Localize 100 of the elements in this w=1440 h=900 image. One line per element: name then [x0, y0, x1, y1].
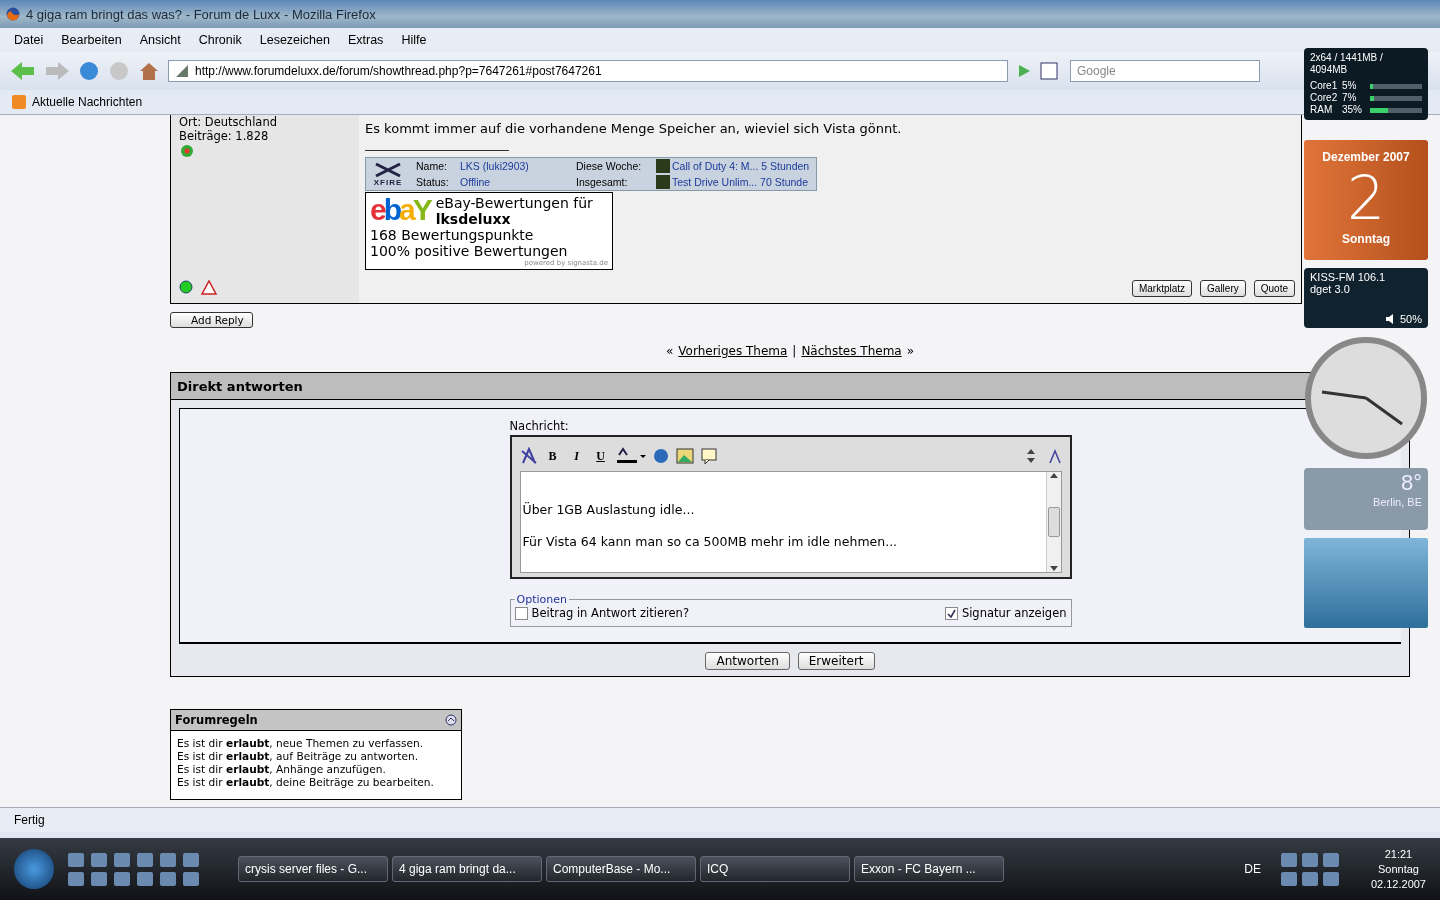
warning-icon[interactable]: [201, 280, 217, 295]
quick-launch-icon[interactable]: [160, 852, 176, 867]
quick-launch-icon[interactable]: [114, 852, 130, 867]
xfire-value: Offline: [460, 176, 492, 188]
clock-time[interactable]: 21:21: [1384, 846, 1413, 862]
quick-launch-icon[interactable]: [137, 852, 153, 867]
address-field[interactable]: http://www.forumdeluxx.de/forum/showthread.php?p=7647261#post7647261: [168, 60, 1008, 82]
xfire-label: Diese Woche:: [576, 160, 643, 172]
submit-button[interactable]: Antworten: [705, 652, 790, 670]
menu-item[interactable]: Extras: [347, 33, 384, 47]
quick-launch-icon[interactable]: [183, 852, 199, 867]
taskbar-button[interactable]: ICQ: [700, 856, 850, 882]
volume-text: 50%: [1399, 313, 1422, 325]
option-label: Beitrag in Antwort zitieren?: [531, 606, 689, 620]
menu-item[interactable]: Bearbeiten: [61, 33, 122, 47]
meter-reading: 5%: [1342, 80, 1358, 92]
remove-format-icon[interactable]: [519, 447, 538, 465]
user-info-text: Ort: Deutschland: [179, 115, 278, 129]
x-logo-icon: [373, 161, 403, 178]
menu-item[interactable]: Chronik: [198, 33, 242, 47]
options-legend: Optionen: [514, 593, 569, 606]
next-thread-link[interactable]: Nächstes Thema: [801, 344, 902, 358]
option-label: Signatur anzeigen: [961, 606, 1067, 620]
user-info-text: Beiträge: 1.828: [179, 129, 270, 143]
flower-icon: [179, 143, 195, 159]
meter-reading: 35%: [1342, 104, 1363, 116]
home-icon[interactable]: [138, 60, 160, 82]
tray-icon[interactable]: [1301, 852, 1318, 867]
calendar-month: Dezember 2007: [1322, 150, 1410, 164]
meter-reading: 7%: [1342, 92, 1358, 104]
guillemet-text: »: [906, 344, 915, 358]
post-action-button[interactable]: Gallery: [1200, 280, 1246, 297]
quick-launch-icon[interactable]: [137, 871, 153, 886]
rules-title: Forumregeln: [175, 713, 258, 727]
menu-item[interactable]: Lesezeichen: [259, 33, 330, 47]
tray-icon[interactable]: [1280, 852, 1297, 867]
quick-launch-icon[interactable]: [91, 871, 107, 886]
online-status-icon: [179, 280, 193, 294]
taskbar-button[interactable]: crysis server files - G...: [238, 856, 388, 882]
rss-feed-icon: [12, 95, 26, 109]
add-reply-button[interactable]: Add Reply: [170, 312, 253, 328]
xfire-label: Name:: [416, 160, 448, 172]
window-title: 4 giga ram bringt das was? - Forum de Luxx - Mozilla Firefox: [26, 6, 376, 22]
radio-subtitle: dget 3.0: [1310, 283, 1351, 295]
checkbox[interactable]: [514, 606, 528, 620]
quick-launch-icon[interactable]: [68, 852, 84, 867]
bookmark-link[interactable]: Aktuelle Nachrichten: [32, 95, 143, 109]
calendar-day: 2: [1346, 164, 1386, 232]
quick-launch-icon[interactable]: [160, 871, 176, 886]
xfire-value: LKS (luki2903): [460, 160, 530, 172]
clock-date: 02.12.2007: [1370, 876, 1426, 892]
start-button[interactable]: [14, 849, 54, 889]
meter-label: Core1: [1310, 80, 1339, 92]
ebay-user-text: lksdeluxx: [435, 211, 512, 227]
quote-icon[interactable]: [699, 447, 718, 465]
xfire-label: Status:: [416, 176, 450, 188]
speaker-icon[interactable]: [1385, 314, 1396, 324]
status-text: Fertig: [0, 807, 1440, 832]
taskbar-button[interactable]: ComputerBase - Mo...: [546, 856, 696, 882]
rule-text: Es ist dir erlaubt, auf Beiträge zu antworten.: [177, 750, 419, 763]
format-button[interactable]: I: [567, 448, 586, 464]
browser-logo-icon: [6, 7, 20, 21]
tray-icon[interactable]: [1280, 871, 1297, 886]
station-text: KISS-FM 106.1: [1310, 271, 1387, 283]
calendar-weekday: Sonntag: [1342, 232, 1390, 246]
post-action-button[interactable]: Marktplatz: [1131, 280, 1193, 297]
previous-thread-link[interactable]: Vorheriges Thema: [678, 344, 788, 358]
taskbar-button[interactable]: Exxon - FC Bayern ...: [854, 856, 1004, 882]
format-button[interactable]: B: [543, 448, 562, 464]
text-color-icon[interactable]: [615, 447, 646, 465]
format-button[interactable]: U: [591, 448, 610, 464]
tray-icon[interactable]: [1301, 871, 1318, 886]
quick-launch-icon[interactable]: [91, 852, 107, 867]
image-icon[interactable]: [675, 447, 694, 465]
ebay-title-text: eBay-Bewertungen für: [435, 195, 593, 211]
search-field[interactable]: Google: [1070, 60, 1260, 82]
language-indicator[interactable]: DE: [1244, 862, 1261, 876]
go-arrow-icon[interactable]: [1016, 63, 1032, 79]
taskbar-button[interactable]: 4 giga ram bringt da...: [392, 856, 542, 882]
quick-launch-icon[interactable]: [183, 871, 199, 886]
clock-weekday: Sonntag: [1377, 861, 1419, 877]
menu-item[interactable]: Datei: [14, 33, 44, 47]
meter-label: RAM: [1310, 104, 1334, 116]
quick-launch-icon[interactable]: [68, 871, 84, 886]
ebay-logo: ebaY: [370, 195, 430, 227]
checkbox[interactable]: [944, 606, 958, 620]
xfire-game-text: Test Drive Unlim... 70 Stunde: [672, 176, 809, 188]
collapse-icon[interactable]: [445, 714, 457, 726]
quick-launch-icon[interactable]: [114, 871, 130, 886]
submit-button[interactable]: Erweitert: [797, 652, 875, 670]
resize-arrows-icon[interactable]: [1025, 447, 1036, 465]
meter-label: Core2: [1310, 92, 1339, 104]
menu-item[interactable]: Ansicht: [139, 33, 181, 47]
guillemet-text: «: [665, 344, 674, 358]
tray-icon[interactable]: [1322, 871, 1339, 886]
tray-icon[interactable]: [1322, 852, 1339, 867]
post-action-button[interactable]: Quote: [1253, 280, 1295, 297]
cpu-header-text: 2x64 / 1441MB / 4094MB: [1310, 52, 1384, 76]
menu-item[interactable]: Hilfe: [401, 33, 427, 47]
rule-text: Es ist dir erlaubt, neue Themen zu verfassen.: [177, 737, 425, 750]
